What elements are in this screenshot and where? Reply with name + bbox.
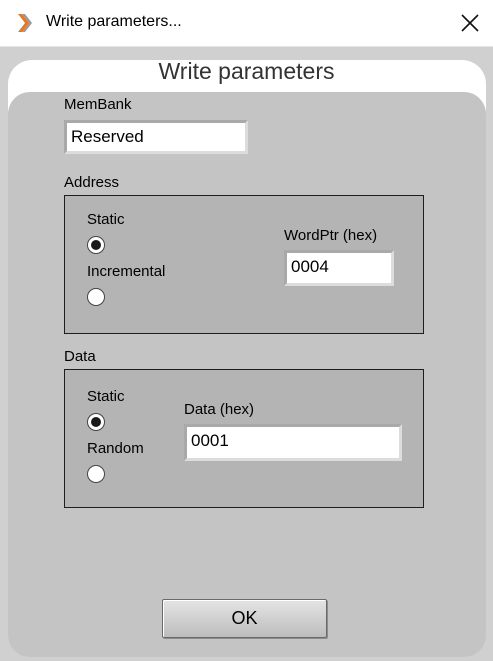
membank-label: MemBank (64, 96, 132, 113)
membank-field[interactable]: Reserved (64, 120, 248, 154)
wordptr-field[interactable]: 0004 (284, 250, 394, 286)
address-label: Address (64, 174, 120, 191)
data-random-label: Random (87, 440, 144, 457)
address-static-radio[interactable] (87, 236, 105, 254)
data-label: Data (64, 348, 96, 365)
radio-selected-dot (91, 417, 101, 427)
window-title: Write parameters... (46, 13, 182, 30)
close-icon (461, 14, 479, 32)
title-bar: Write parameters... (0, 0, 493, 47)
dialog-title: Write parameters (158, 58, 335, 84)
ok-button[interactable]: OK (162, 599, 327, 638)
address-static-label: Static (87, 211, 125, 228)
wordptr-label: WordPtr (hex) (284, 227, 378, 244)
radio-selected-dot (91, 240, 101, 250)
data-static-label: Static (87, 388, 125, 405)
data-static-radio[interactable] (87, 413, 105, 431)
data-random-radio[interactable] (87, 465, 105, 483)
data-hex-label: Data (hex) (184, 401, 255, 418)
close-button[interactable] (447, 0, 493, 46)
data-hex-field[interactable]: 0001 (184, 424, 402, 461)
address-incremental-label: Incremental (87, 263, 166, 280)
address-incremental-radio[interactable] (87, 288, 105, 306)
app-icon (18, 14, 32, 32)
